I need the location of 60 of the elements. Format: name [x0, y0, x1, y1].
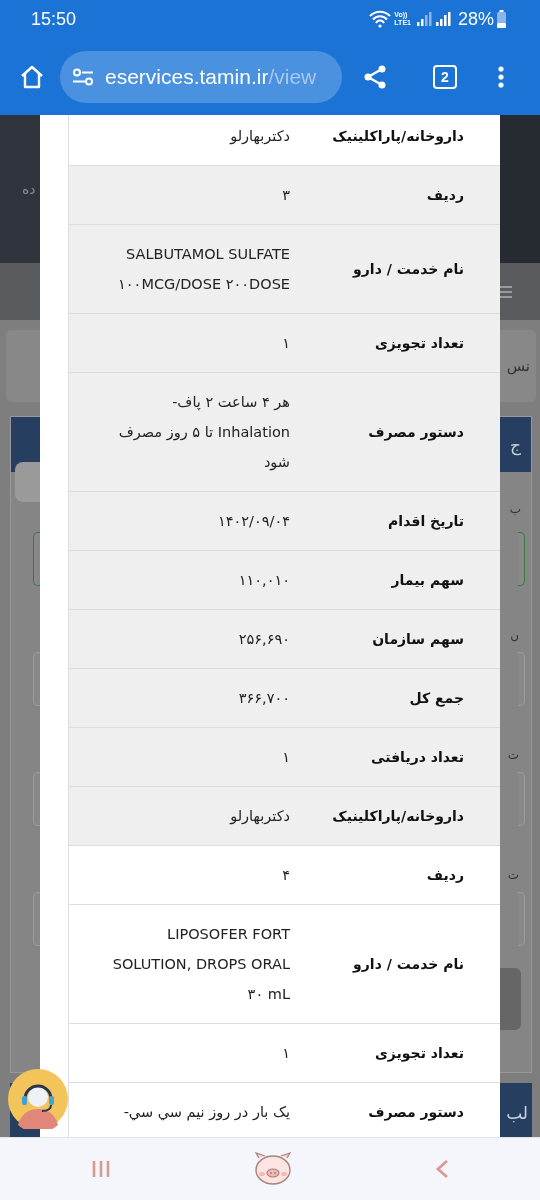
battery-percent: 28% — [457, 8, 494, 30]
field-label: ت — [507, 748, 519, 762]
tab-count-button[interactable]: 2 — [433, 64, 457, 89]
footer-text: لب — [506, 1103, 528, 1123]
signal-icon — [434, 11, 451, 27]
row-value: ۱۱۰,۰۱۰ — [237, 571, 291, 590]
home-icon[interactable] — [19, 63, 45, 90]
row-value: ۱۴۰۲/۰۹/۰۴ — [216, 512, 291, 531]
support-avatar-icon[interactable] — [8, 1069, 68, 1129]
row-value: دکتربهارلو — [228, 127, 291, 147]
row-label: تعداد تجویزی — [373, 334, 465, 354]
share-icon[interactable] — [362, 63, 388, 90]
pig-icon[interactable] — [253, 1152, 293, 1186]
address-bar[interactable]: eservices.tamin.ir/view — [60, 50, 342, 103]
header-text: ده — [22, 181, 36, 197]
row-label: جمع کل — [408, 689, 465, 709]
clock: 15:50 — [31, 8, 77, 30]
row-label: داروخانه/پاراکلینیک — [331, 807, 465, 827]
menu-icon[interactable] — [497, 64, 505, 89]
wifi-icon — [369, 10, 392, 28]
form-field[interactable] — [33, 532, 40, 586]
row-value: ۳۶۶,۷۰۰ — [237, 689, 291, 708]
form-field[interactable] — [33, 892, 40, 946]
url-text: eservices.tamin.ir/view — [105, 64, 317, 89]
row-value: SALBUTAMOL SULFATE ۱۰۰MCG/DOSE ۲۰۰DOSE — [117, 245, 291, 294]
row-value: ۱ — [281, 748, 291, 767]
field-label: ن — [510, 628, 519, 642]
row-value: ۴ — [281, 866, 291, 885]
recent-apps-icon[interactable] — [91, 1160, 111, 1178]
row-value: ۳ — [281, 186, 291, 205]
field-label: ب — [509, 502, 521, 516]
form-field[interactable] — [518, 532, 525, 586]
row-label: سهم بیمار — [390, 571, 465, 591]
row-label: دستور مصرف — [367, 1103, 465, 1123]
row-label: سهم سازمان — [371, 630, 465, 650]
row-label: نام خدمت / دارو — [351, 260, 465, 280]
row-value: ۲۵۶,۶۹۰ — [237, 630, 291, 649]
row-label: ردیف — [425, 866, 465, 885]
panel-text: نس — [506, 357, 530, 375]
site-settings-icon[interactable] — [72, 67, 94, 86]
row-label: تاریخ اقدام — [387, 512, 465, 532]
row-label: دستور مصرف — [367, 423, 465, 443]
card-title: ج — [510, 434, 521, 455]
row-label: نام خدمت / دارو — [351, 955, 465, 975]
row-value: هر ۴ ساعت ۲ پاف- Inhalation تا ۵ روز مصرف شود — [117, 393, 291, 473]
row-value: دکتربهارلو — [228, 807, 291, 827]
row-label: داروخانه/پاراکلینیک — [331, 127, 465, 147]
row-value: یک بار در روز نیم سي سي- — [122, 1103, 291, 1123]
row-value: LIPOSOFER FORT SOLUTION, DROPS ORAL ۳۰ mL — [111, 925, 292, 1004]
form-field[interactable] — [33, 652, 40, 706]
battery-icon — [497, 10, 506, 28]
row-value: ۱ — [281, 1044, 291, 1063]
row-value: ۱ — [281, 334, 291, 353]
row-label: تعداد تجویزی — [373, 1044, 465, 1064]
signal-icon — [415, 11, 432, 27]
form-field[interactable] — [33, 772, 40, 826]
back-icon[interactable] — [435, 1159, 449, 1179]
row-label: تعداد دریافتی — [370, 748, 465, 767]
row-label: ردیف — [425, 186, 465, 205]
field-label: ت — [507, 868, 519, 882]
